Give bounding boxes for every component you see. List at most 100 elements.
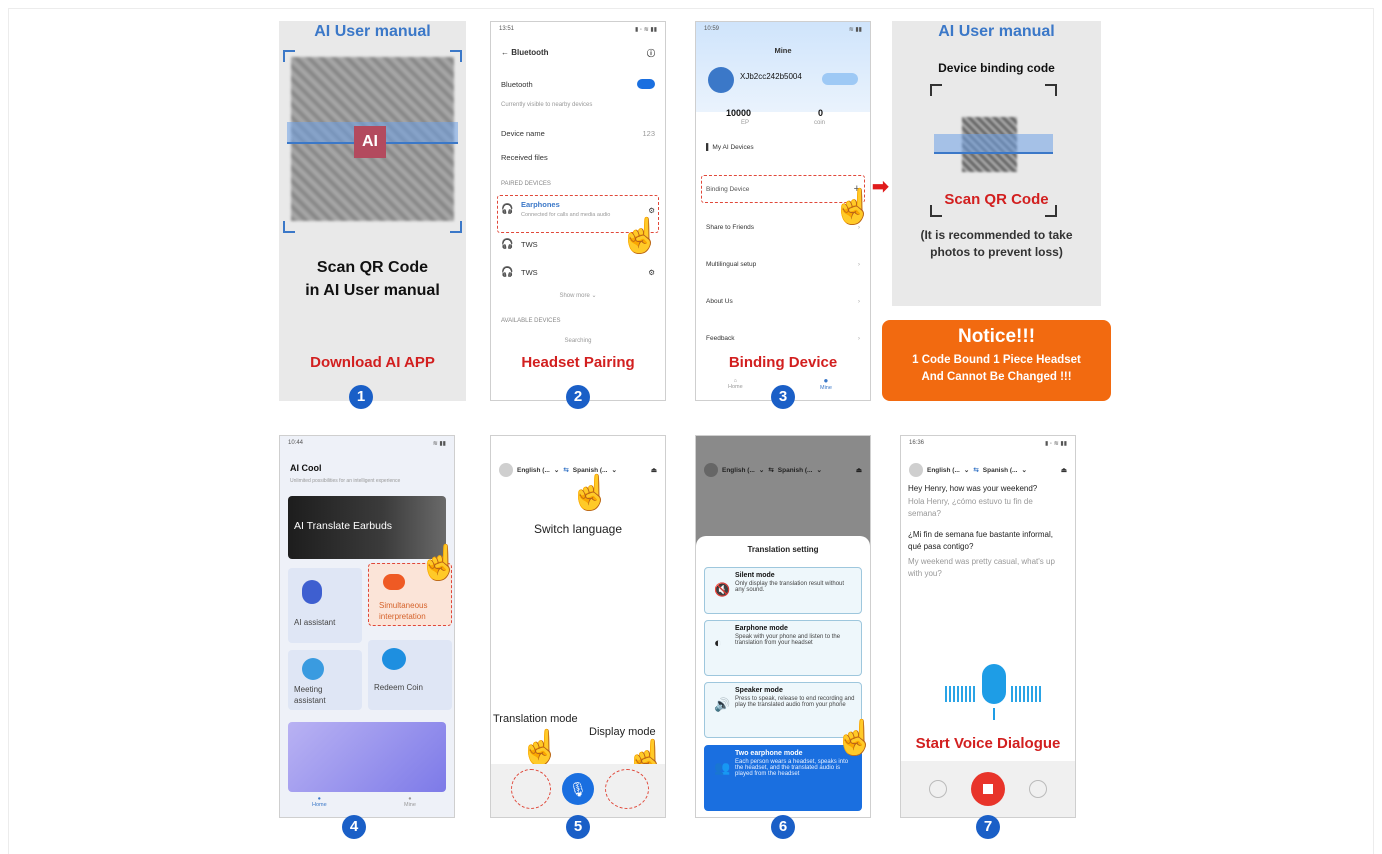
notice-line1: 1 Code Bound 1 Piece Headset (912, 354, 1081, 366)
mode-title: Speaker mode (735, 687, 783, 694)
scan-qr-line2: in AI User manual (305, 282, 440, 299)
paired-device-earphones[interactable]: 🎧 Earphones Connected for calls and media … (501, 200, 655, 218)
menu-feedback[interactable]: Feedback › (706, 335, 860, 342)
mic-icon: 🎙 (569, 781, 587, 797)
lang-from[interactable]: English (... (517, 467, 550, 474)
translation-mode-button[interactable] (511, 769, 551, 809)
device-name: TWS (521, 268, 538, 277)
device-name-row[interactable]: Device name 123 (501, 129, 655, 138)
device-name-value: 123 (642, 129, 655, 138)
pointer-hand-icon: ☝ (519, 729, 562, 767)
translation-mode-button[interactable] (929, 780, 947, 798)
status-icons: ≋ ▮▮ (848, 27, 862, 33)
status-bar: 13:51 ▮ ◦ ≋ ▮▮ (499, 26, 657, 33)
paired-device-tws-2[interactable]: 🎧 TWS ⚙ (501, 267, 655, 278)
panel-switch-language: English (... ⌄ ⇆ Spanish (... ⌄ ⏏ ☝ Switch la… (490, 435, 666, 818)
tab-mine[interactable]: ● Mine (404, 796, 416, 808)
chevron-down-icon: ⌄ (611, 467, 617, 474)
menu-label: Share to Friends (706, 224, 755, 231)
stat-coin-value: 0 (818, 108, 824, 118)
back-icon[interactable] (909, 463, 923, 477)
stop-icon (983, 784, 993, 794)
sheet-title: Translation setting (747, 545, 819, 554)
chevron-down-icon: ⌄ (553, 467, 560, 474)
tab-mine[interactable]: ● Mine (820, 376, 832, 391)
mic-icon (982, 664, 1006, 704)
menu-label: About Us (706, 298, 733, 305)
chevron-right-icon: › (857, 298, 860, 305)
device-name-label: Device name (501, 129, 545, 138)
tab-home[interactable]: ⌂ Home (728, 378, 743, 390)
mode-title: Silent mode (735, 572, 775, 579)
voice-wave-icon (945, 664, 1045, 728)
bluetooth-toggle[interactable] (637, 79, 655, 89)
share-icon[interactable]: ⏏ (1061, 466, 1067, 474)
pointer-hand-icon: ☝ (834, 721, 870, 755)
display-mode-label: Display mode (589, 726, 656, 738)
menu-multilingual[interactable]: Multilingual setup › (706, 261, 860, 268)
stop-button[interactable] (971, 772, 1005, 806)
tile-redeem-coin[interactable]: Redeem Coin (368, 640, 452, 710)
mic-button[interactable]: 🎙 (562, 773, 594, 805)
mode-silent[interactable]: 🔇 Silent mode Only display the translation… (704, 567, 862, 614)
chevron-right-icon: › (857, 261, 860, 268)
avatar (708, 67, 734, 93)
my-ai-devices-label: My AI Devices (712, 144, 754, 151)
menu-about-us[interactable]: About Us › (706, 298, 860, 305)
qr-corner-br (450, 221, 462, 233)
share-icon[interactable]: ⏏ (651, 466, 657, 474)
status-icons: ≋ ▮▮ (432, 441, 446, 447)
lang-to[interactable]: Spanish (... (778, 467, 813, 474)
pointer-hand-icon: ☝ (619, 217, 662, 255)
tab-home[interactable]: ● Home (312, 796, 327, 808)
show-more-link[interactable]: Show more ⌄ (501, 292, 655, 299)
pointer-hand-icon: ☝ (569, 474, 612, 512)
mode-title: Earphone mode (735, 625, 788, 632)
user-action-pill[interactable] (822, 73, 858, 85)
coin-icon (382, 648, 406, 670)
mode-desc: Only display the translation result with… (735, 581, 845, 593)
message-1-translation: Hola Henry, ¿cómo estuvo tu fin de seman… (908, 497, 1033, 518)
lang-to[interactable]: Spanish (... (983, 467, 1018, 474)
received-files-row[interactable]: Received files (501, 153, 655, 162)
stat-coin-label: coin (814, 120, 826, 126)
available-section: AVAILABLE DEVICES (501, 318, 561, 324)
message-2-translation: My weekend was pretty casual, what's up … (908, 557, 1055, 578)
share-icon[interactable]: ⏏ (856, 466, 862, 474)
tab-mine-label: Mine (820, 385, 832, 391)
swap-icon[interactable]: ⇆ (768, 466, 773, 474)
step-badge-4: 4 (342, 815, 366, 839)
swap-icon[interactable]: ⇆ (563, 466, 568, 474)
lang-from[interactable]: English (... (722, 467, 755, 474)
display-mode-button[interactable] (605, 769, 649, 809)
panel2-caption: Headset Pairing (521, 354, 635, 371)
back-arrow-icon[interactable]: ← (501, 48, 509, 57)
display-mode-button[interactable] (1029, 780, 1047, 798)
app-subtitle: Unlimited possibilities for an intellige… (290, 478, 401, 484)
back-icon[interactable] (499, 463, 513, 477)
step-badge-3: 3 (771, 385, 795, 409)
tile-meeting-assistant[interactable]: Meeting assistant (288, 650, 362, 710)
status-bar: 10:44 ≋ ▮▮ (288, 440, 446, 447)
switch-language-label: Switch language (533, 522, 623, 536)
bluetooth-header: ← Bluetooth ⓘ (501, 48, 655, 59)
gear-icon[interactable]: ⚙ (648, 206, 655, 215)
swap-icon[interactable]: ⇆ (973, 466, 978, 474)
lang-to[interactable]: Spanish (... (573, 467, 608, 474)
lang-from[interactable]: English (... (927, 467, 960, 474)
panel-headset-pairing: 13:51 ▮ ◦ ≋ ▮▮ ← Bluetooth ⓘ Bluetooth Cur… (490, 21, 666, 401)
binding-note-line2: photos to prevent loss) (930, 245, 1063, 259)
show-more-label: Show more (559, 293, 590, 299)
tile-ai-assistant[interactable]: AI assistant (288, 568, 362, 643)
menu-label: Binding Device (706, 186, 750, 193)
menu-label: Feedback (706, 335, 735, 342)
back-icon[interactable] (704, 463, 718, 477)
mode-earphone[interactable]: ◐ Earphone mode Speak with your phone and … (704, 620, 862, 676)
visible-text: Currently visible to nearby devices (501, 102, 593, 108)
device-sub: Connected for calls and media audio (521, 212, 611, 218)
chevron-down-icon: ⌄ (1021, 467, 1027, 474)
translation-mode-label: Translation mode (493, 713, 578, 725)
gear-icon[interactable]: ⚙ (648, 268, 655, 277)
app-title: AI Cool (290, 463, 322, 473)
help-icon[interactable]: ⓘ (647, 48, 655, 59)
